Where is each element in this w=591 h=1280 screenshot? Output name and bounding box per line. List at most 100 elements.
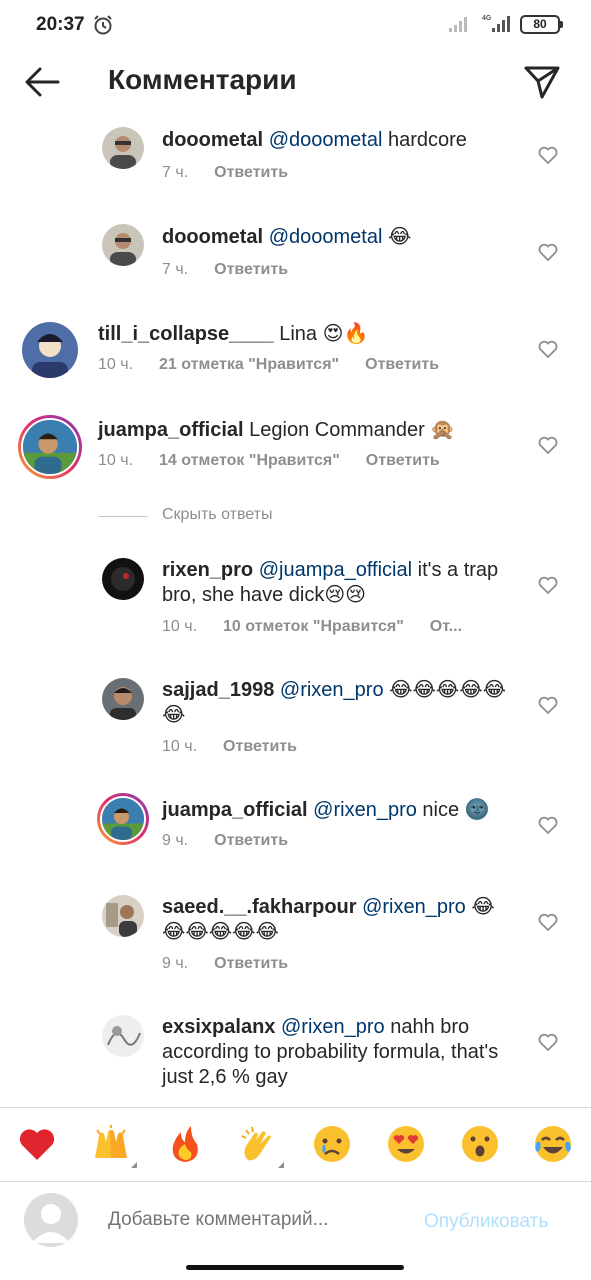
comment-time: 10 ч. <box>98 452 134 469</box>
comment-body: 😂 <box>382 226 412 248</box>
comment-time: 10 ч. <box>162 738 198 755</box>
skin-tone-indicator <box>131 1162 137 1168</box>
like-heart-icon[interactable] <box>538 340 558 358</box>
comment-text: dooometal @dooometal 😂 <box>162 225 512 250</box>
comment-username[interactable]: till_i_collapse____ <box>98 323 274 345</box>
comment-username[interactable]: dooometal <box>162 226 263 248</box>
reply-button[interactable]: От... <box>430 618 462 635</box>
avatar[interactable] <box>102 224 144 266</box>
avatar[interactable] <box>102 678 144 720</box>
tears-of-joy-emoji-button[interactable] <box>533 1124 573 1164</box>
comment-text: dooometal @dooometal hardcore <box>162 128 512 153</box>
like-heart-icon[interactable] <box>538 696 558 714</box>
comment-reply: sajjad_1998 @rixen_pro 😂😂😂😂😂😂 10 ч. Ответ… <box>0 668 591 768</box>
raising-hands-emoji-button[interactable] <box>91 1124 137 1168</box>
comment-username[interactable]: dooometal <box>162 129 263 151</box>
comment-meta: 9 ч. Ответить <box>162 955 314 973</box>
home-indicator[interactable] <box>186 1265 404 1270</box>
comment-meta: 7 ч. Ответить <box>162 164 314 182</box>
reply-button[interactable]: Ответить <box>366 452 440 469</box>
comment-text: exsixpalanx @rixen_pro nahh bro accordin… <box>162 1015 507 1090</box>
comment-username[interactable]: exsixpalanx <box>162 1016 275 1038</box>
comment-mention[interactable]: @rixen_pro <box>362 896 466 918</box>
comment-mention[interactable]: @dooometal <box>269 129 383 151</box>
clapping-hands-emoji-button[interactable] <box>238 1124 284 1168</box>
like-heart-icon[interactable] <box>538 576 558 594</box>
comment-mention[interactable]: @rixen_pro <box>313 799 417 821</box>
comment-username[interactable]: rixen_pro <box>162 559 253 581</box>
direct-send-icon[interactable] <box>522 62 562 102</box>
status-bar: 20:37 4G 80 <box>0 0 591 50</box>
skin-tone-indicator <box>278 1162 284 1168</box>
svg-text:4G: 4G <box>482 15 492 22</box>
comment-text: saeed.__.fakharpour @rixen_pro 😂😂😂😂😂😂 <box>162 895 507 945</box>
comment-body: Lina 😍🔥 <box>273 323 369 345</box>
surprised-face-emoji-button[interactable] <box>460 1124 500 1164</box>
comment-time: 10 ч. <box>162 618 198 635</box>
comment-username[interactable]: sajjad_1998 <box>162 679 274 701</box>
comment-composer: Опубликовать <box>0 1181 591 1261</box>
comment-username[interactable]: juampa_official <box>98 419 244 441</box>
app-header: Комментарии <box>0 52 591 114</box>
comment-time: 9 ч. <box>162 955 189 972</box>
comment-mention[interactable]: @dooometal <box>269 226 383 248</box>
avatar-with-story-ring[interactable] <box>97 793 149 845</box>
reply-button[interactable]: Ответить <box>223 738 297 755</box>
emoji-quick-bar <box>0 1107 591 1181</box>
like-heart-icon[interactable] <box>538 243 558 261</box>
fire-emoji-button[interactable] <box>165 1124 205 1164</box>
comment-input[interactable] <box>108 1209 398 1231</box>
avatar[interactable] <box>22 322 78 378</box>
comment-meta: 9 ч. Ответить <box>162 832 314 850</box>
comment-text: juampa_official @rixen_pro nice 🌚 <box>162 798 512 823</box>
avatar[interactable] <box>102 127 144 169</box>
reply-button[interactable]: Ответить <box>365 356 439 373</box>
likes-count[interactable]: 10 отметок "Нравится" <box>223 618 404 635</box>
comment-reply: juampa_official @rixen_pro nice 🌚 9 ч. От… <box>0 788 591 878</box>
comment-text: rixen_pro @juampa_official it's a trap b… <box>162 558 522 608</box>
reply-button[interactable]: Ответить <box>214 261 288 278</box>
comment-text: till_i_collapse____ Lina 😍🔥 <box>98 322 518 347</box>
reply-button[interactable]: Ответить <box>214 832 288 849</box>
signal-icon-sim2: 4G <box>482 15 510 32</box>
reply-button[interactable]: Ответить <box>214 955 288 972</box>
comment-mention[interactable]: @rixen_pro <box>281 1016 385 1038</box>
avatar[interactable] <box>102 895 144 937</box>
like-heart-icon[interactable] <box>538 146 558 164</box>
hide-replies-label[interactable]: Скрыть ответы <box>162 506 272 524</box>
comment-meta: 10 ч. Ответить <box>162 738 323 756</box>
heart-eyes-emoji-button[interactable] <box>386 1124 426 1164</box>
comment-reply: dooometal @dooometal hardcore 7 ч. Ответи… <box>0 118 591 208</box>
comment-username[interactable]: juampa_official <box>162 799 308 821</box>
comment-mention[interactable]: @juampa_official <box>259 559 412 581</box>
comment-time: 9 ч. <box>162 832 189 849</box>
back-arrow-icon[interactable] <box>22 64 62 100</box>
like-heart-icon[interactable] <box>538 816 558 834</box>
comment-reply: exsixpalanx @rixen_pro nahh bro accordin… <box>0 1005 591 1107</box>
like-heart-icon[interactable] <box>538 913 558 931</box>
red-heart-emoji-button[interactable] <box>17 1124 57 1164</box>
comment-reply: saeed.__.fakharpour @rixen_pro 😂😂😂😂😂😂 9 … <box>0 885 591 995</box>
crying-face-emoji-button[interactable] <box>312 1124 352 1164</box>
post-button[interactable]: Опубликовать <box>424 1211 548 1233</box>
avatar-with-story-ring[interactable] <box>18 415 82 479</box>
like-heart-icon[interactable] <box>538 436 558 454</box>
comment-username[interactable]: saeed.__.fakharpour <box>162 896 357 918</box>
avatar[interactable] <box>102 558 144 600</box>
like-heart-icon[interactable] <box>538 1033 558 1051</box>
comment-reply: rixen_pro @juampa_official it's a trap b… <box>0 548 591 658</box>
likes-count[interactable]: 21 отметка "Нравится" <box>159 356 339 373</box>
likes-count[interactable]: 14 отметок "Нравится" <box>159 452 340 469</box>
comment: till_i_collapse____ Lina 😍🔥 10 ч. 21 отме… <box>0 312 591 402</box>
reply-button[interactable]: Ответить <box>214 164 288 181</box>
comment-meta: 10 ч. 21 отметка "Нравится" Ответить <box>98 356 465 374</box>
alarm-icon <box>94 15 112 35</box>
comment-mention[interactable]: @rixen_pro <box>280 679 384 701</box>
comment-time: 10 ч. <box>98 356 134 373</box>
comment-time: 7 ч. <box>162 261 189 278</box>
battery-indicator: 80 <box>520 15 563 34</box>
comment-body: hardcore <box>382 129 467 151</box>
my-avatar <box>24 1193 78 1247</box>
avatar[interactable] <box>102 1015 144 1057</box>
signal-icon-sim1 <box>449 17 467 32</box>
